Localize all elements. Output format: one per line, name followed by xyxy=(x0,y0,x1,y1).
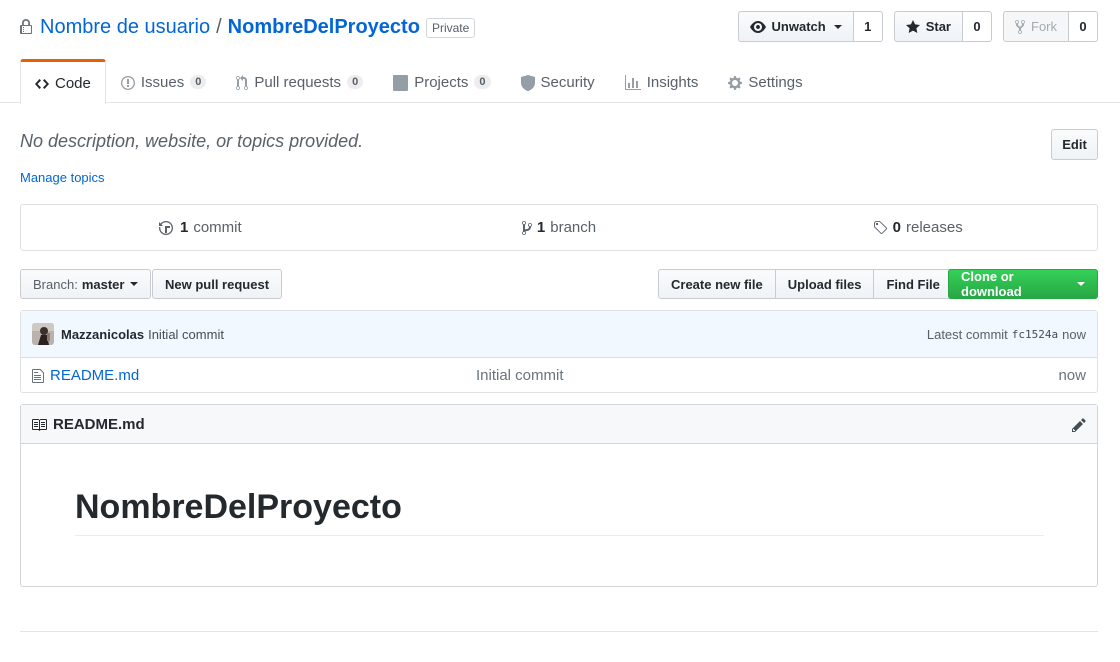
branches-link[interactable]: 1 branch xyxy=(380,205,739,250)
book-icon xyxy=(31,415,47,432)
git-branch-icon xyxy=(521,219,532,236)
readme-filename: README.md xyxy=(53,415,145,433)
file-name-link[interactable]: README.md xyxy=(50,367,476,384)
tab-security-label: Security xyxy=(540,73,595,91)
readme-heading: NombreDelProyecto xyxy=(75,488,1044,537)
branch-prefix: Branch: xyxy=(33,276,78,292)
repo-header: Nombre de usuario / NombreDelProyecto Pr… xyxy=(0,0,1120,104)
numbers-summary: 1 commit 1 branch 0 releases xyxy=(20,204,1098,251)
releases-count: 0 xyxy=(892,219,901,236)
file-icon xyxy=(32,367,44,384)
releases-link[interactable]: 0 releases xyxy=(738,205,1097,250)
star-button[interactable]: Star xyxy=(893,11,963,42)
unwatch-button[interactable]: Unwatch xyxy=(737,11,854,42)
repo-path-separator: / xyxy=(216,15,222,38)
commit-author-link[interactable]: Mazzanicolas xyxy=(61,327,144,342)
code-icon xyxy=(35,74,49,91)
tab-settings[interactable]: Settings xyxy=(713,59,817,103)
stargazers-count[interactable]: 0 xyxy=(963,11,992,42)
repo-name-link[interactable]: NombreDelProyecto xyxy=(228,16,420,39)
tab-pull-requests[interactable]: Pull requests 0 xyxy=(221,59,378,103)
caret-down-icon xyxy=(130,282,139,286)
commits-link[interactable]: 1 commit xyxy=(21,205,380,250)
project-icon xyxy=(393,73,409,91)
commit-age: now xyxy=(1062,326,1086,342)
fork-label: Fork xyxy=(1031,19,1057,34)
pull-requests-counter: 0 xyxy=(347,75,364,89)
eye-icon xyxy=(749,18,766,35)
latest-commit-bar: Mazzanicolas Initial commit Latest commi… xyxy=(21,311,1097,358)
readme-header: README.md xyxy=(21,405,1097,444)
find-file-button[interactable]: Find File xyxy=(873,269,953,299)
manage-topics-link[interactable]: Manage topics xyxy=(20,170,105,185)
tab-pull-requests-label: Pull requests xyxy=(254,73,342,91)
footer-divider xyxy=(20,631,1098,632)
repo-actions: Unwatch 1 Star 0 Fork 0 xyxy=(737,11,1098,42)
gear-icon xyxy=(728,73,743,90)
repo-nav: Code Issues 0 Pull requests 0 Projects 0 xyxy=(20,59,818,104)
readme-box: README.md NombreDelProyecto xyxy=(20,404,1098,587)
new-pull-request-button[interactable]: New pull request xyxy=(152,269,283,299)
repo-description: No description, website, or topics provi… xyxy=(20,131,364,151)
issue-opened-icon xyxy=(120,73,135,90)
projects-counter: 0 xyxy=(474,75,491,89)
tab-code-label: Code xyxy=(55,74,91,92)
history-icon xyxy=(158,219,175,236)
branch-select-button[interactable]: Branch: master xyxy=(20,269,152,299)
avatar[interactable] xyxy=(32,323,54,345)
fork-button[interactable]: Fork xyxy=(1003,11,1069,42)
file-list: Mazzanicolas Initial commit Latest commi… xyxy=(20,310,1098,393)
tab-issues[interactable]: Issues 0 xyxy=(106,59,221,103)
star-icon xyxy=(905,18,920,35)
upload-files-button[interactable]: Upload files xyxy=(774,269,875,299)
star-group: Star 0 xyxy=(893,11,992,42)
tab-settings-label: Settings xyxy=(748,73,803,91)
commits-label: commit xyxy=(193,219,242,236)
commits-count: 1 xyxy=(179,219,189,236)
shield-icon xyxy=(520,73,535,91)
repo-title: Nombre de usuario / NombreDelProyecto Pr… xyxy=(20,12,476,42)
git-pull-request-icon xyxy=(236,73,249,90)
branches-label: branch xyxy=(550,219,597,236)
pencil-icon[interactable] xyxy=(1071,415,1087,432)
tab-projects-label: Projects xyxy=(414,73,469,91)
edit-description-button[interactable]: Edit xyxy=(1051,129,1098,160)
lock-icon xyxy=(20,16,32,39)
forks-count[interactable]: 0 xyxy=(1069,11,1098,42)
star-label: Star xyxy=(925,19,951,34)
clone-label: Clone or download xyxy=(961,269,1022,299)
unwatch-label: Unwatch xyxy=(771,19,826,34)
watchers-count[interactable]: 1 xyxy=(853,11,883,42)
tab-code[interactable]: Code xyxy=(20,59,106,104)
create-new-file-button[interactable]: Create new file xyxy=(658,269,776,299)
latest-commit-label: Latest commit xyxy=(926,326,1008,342)
commit-message-link[interactable]: Initial commit xyxy=(148,327,224,342)
tab-security[interactable]: Security xyxy=(506,59,610,103)
clone-or-download-button[interactable]: Clone or download xyxy=(948,269,1098,299)
branch-name: master xyxy=(81,276,125,292)
fork-group: Fork 0 xyxy=(1003,11,1098,42)
tab-issues-label: Issues xyxy=(140,73,185,91)
tag-icon xyxy=(873,219,888,236)
latest-commit-info: Latest commit fc1524a now xyxy=(927,327,1086,342)
watch-group: Unwatch 1 xyxy=(737,11,883,42)
releases-label: releases xyxy=(906,219,963,236)
table-row: README.md Initial commit now xyxy=(21,358,1097,393)
graph-icon xyxy=(624,73,641,90)
commit-sha-link[interactable]: fc1524a xyxy=(1012,328,1058,341)
caret-down-icon xyxy=(833,24,842,29)
caret-down-icon xyxy=(1077,282,1085,286)
file-age: now xyxy=(1058,367,1086,384)
repo-owner-link[interactable]: Nombre de usuario xyxy=(40,16,210,39)
tab-insights-label: Insights xyxy=(646,73,699,91)
file-commit-message-link[interactable]: Initial commit xyxy=(476,367,564,384)
file-actions: Create new file Upload files Find File xyxy=(658,269,953,299)
issues-counter: 0 xyxy=(190,75,207,89)
tab-insights[interactable]: Insights xyxy=(610,59,714,103)
tab-projects[interactable]: Projects 0 xyxy=(378,59,505,103)
private-badge: Private xyxy=(425,18,476,38)
branches-count: 1 xyxy=(536,219,546,236)
fork-icon xyxy=(1015,18,1025,35)
